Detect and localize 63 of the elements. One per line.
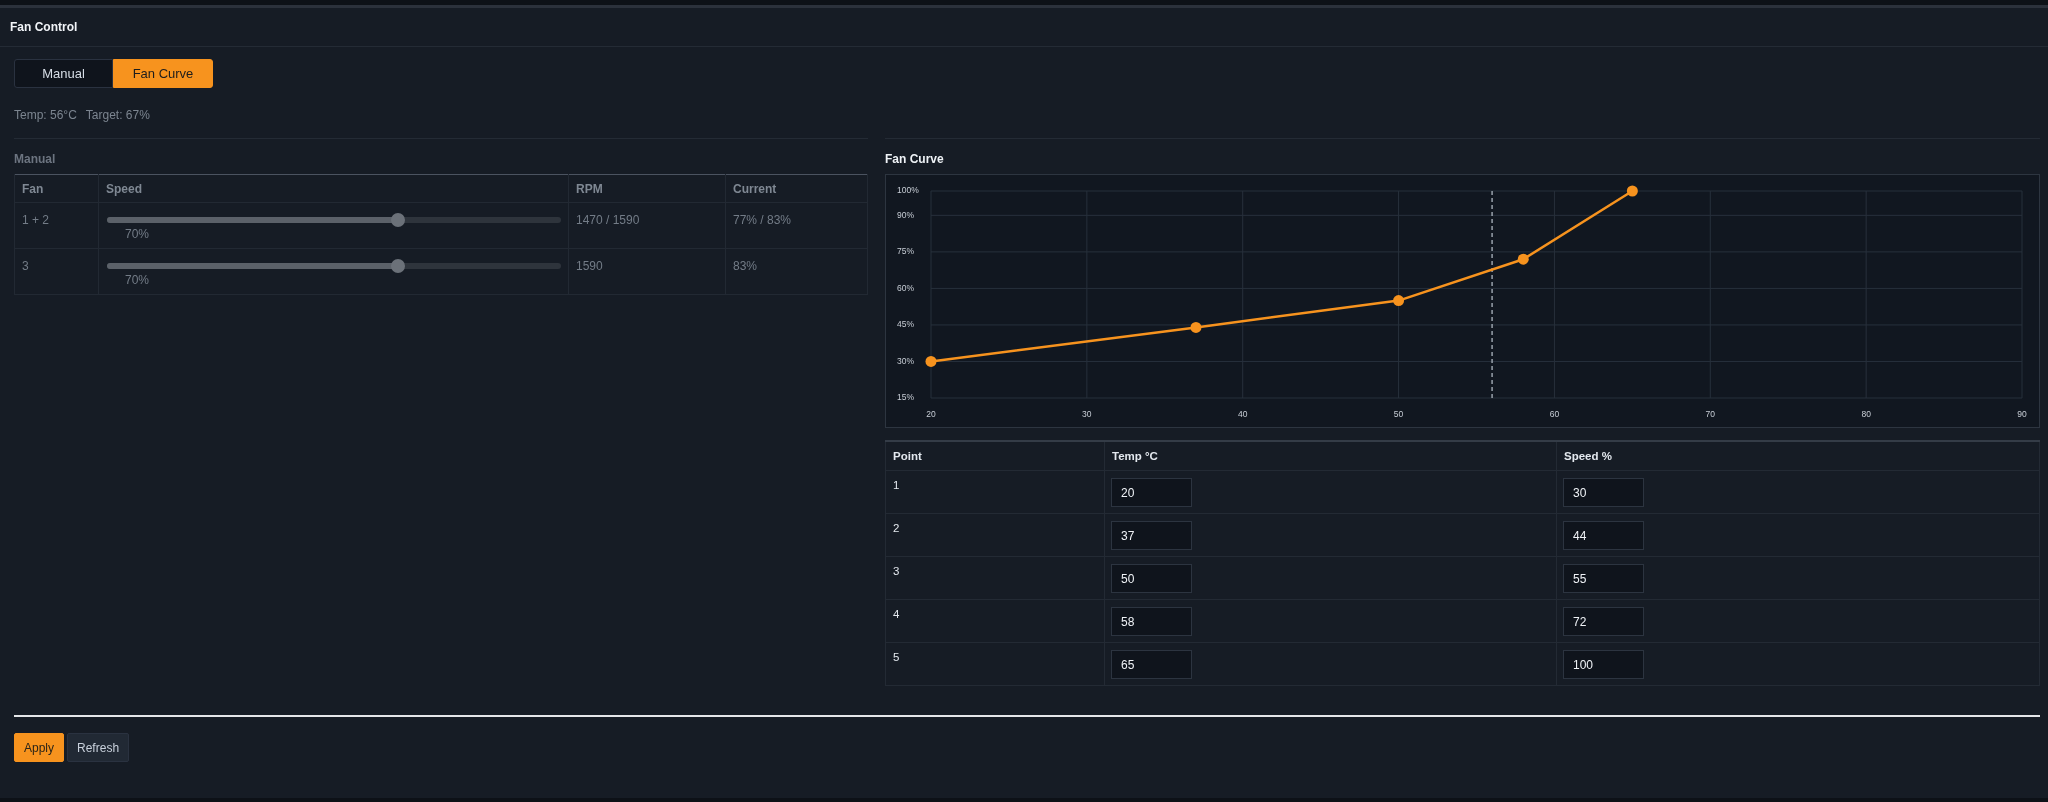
table-cell: 1590 <box>568 248 726 295</box>
speed-reading: 70% <box>124 227 151 241</box>
y-axis-label: 60% <box>897 282 914 293</box>
y-axis-label: 100% <box>897 185 919 196</box>
table-cell: 77% / 83% <box>725 202 868 249</box>
temperature-input[interactable]: 65 <box>1111 650 1192 679</box>
y-axis-label: 75% <box>897 246 914 257</box>
temperature-input[interactable]: 20 <box>1111 478 1192 507</box>
point-number: 4 <box>893 608 900 620</box>
x-axis-label: 20 <box>926 409 936 420</box>
column-header: Speed <box>98 174 569 203</box>
x-axis-label: 70 <box>1705 409 1715 420</box>
point-number: 3 <box>893 565 900 577</box>
chart-title: Fan Curve <box>885 151 945 167</box>
curve-point[interactable] <box>1517 253 1529 265</box>
y-axis-label: 90% <box>897 209 914 220</box>
column-header: Speed % <box>1556 441 2040 471</box>
mode-tab[interactable]: Fan Curve <box>113 59 213 88</box>
column-header: Current <box>725 174 868 203</box>
column-header: Temp °C <box>1104 441 1557 471</box>
curve-point[interactable] <box>1626 185 1638 197</box>
x-axis-label: 90 <box>2017 409 2027 420</box>
x-axis-label: 80 <box>1861 409 1871 420</box>
table-cell: 83% <box>725 248 868 295</box>
temperature-input[interactable]: 37 <box>1111 521 1192 550</box>
speed-input[interactable]: 44 <box>1563 521 1644 550</box>
speed-input[interactable]: 30 <box>1563 478 1644 507</box>
speed-slider[interactable] <box>107 259 561 273</box>
y-axis-label: 15% <box>897 392 914 403</box>
curve-point[interactable] <box>1190 321 1202 333</box>
speed-input[interactable]: 72 <box>1563 607 1644 636</box>
x-axis-label: 60 <box>1549 409 1560 420</box>
temperature-input[interactable]: 58 <box>1111 607 1192 636</box>
panel-title: Fan Control <box>10 20 78 34</box>
curve-point[interactable] <box>925 355 937 367</box>
slider-thumb[interactable] <box>390 213 405 227</box>
curve-point[interactable] <box>1393 295 1405 307</box>
x-axis-label: 40 <box>1238 409 1248 420</box>
speed-input[interactable]: 100 <box>1563 650 1644 679</box>
y-axis-label: 30% <box>897 355 914 366</box>
section-title: Manual <box>14 151 57 167</box>
speed-input[interactable]: 55 <box>1563 564 1644 593</box>
point-number: 5 <box>893 651 900 663</box>
column-header: Fan <box>14 174 99 203</box>
y-axis-label: 45% <box>897 319 914 330</box>
table-cell: 1 + 2 <box>14 202 99 249</box>
x-axis-label: 50 <box>1393 409 1404 420</box>
mode-tab[interactable]: Manual <box>14 59 113 88</box>
speed-slider[interactable] <box>107 213 561 227</box>
action-button[interactable]: Apply <box>14 733 65 762</box>
slider-thumb[interactable] <box>390 259 405 273</box>
action-button[interactable]: Refresh <box>67 733 130 762</box>
column-header: Point <box>885 441 1105 471</box>
table-cell: 3 <box>14 248 99 295</box>
point-number: 1 <box>893 479 900 491</box>
speed-reading: 70% <box>124 273 151 287</box>
column-header: RPM <box>568 174 726 203</box>
point-number: 2 <box>893 522 900 534</box>
temperature-reading: Temp: 56°C <box>14 108 77 122</box>
table-cell: 1470 / 1590 <box>568 202 726 249</box>
target-reading: Target: 67% <box>85 108 150 122</box>
x-axis-label: 30 <box>1082 409 1092 420</box>
temperature-input[interactable]: 50 <box>1111 564 1192 593</box>
